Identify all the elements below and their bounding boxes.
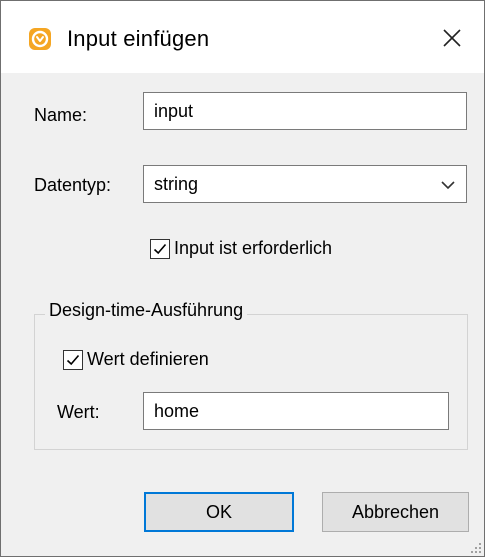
define-value-checkbox-row[interactable]: Wert definieren [63, 349, 209, 370]
cancel-button[interactable]: Abbrechen [322, 492, 469, 532]
datatype-select[interactable]: string [143, 165, 467, 203]
design-time-group-title: Design-time-Ausführung [45, 300, 248, 321]
value-label: Wert: [57, 402, 100, 422]
ok-button[interactable]: OK [144, 492, 294, 532]
value-input[interactable] [143, 392, 449, 430]
required-checkbox-row[interactable]: Input ist erforderlich [150, 238, 332, 259]
datatype-label: Datentyp: [34, 175, 112, 195]
name-input[interactable] [143, 92, 467, 130]
checkmark-icon [66, 354, 80, 365]
window-title: Input einfügen [67, 26, 210, 51]
required-checkbox[interactable] [150, 238, 170, 259]
app-icon [28, 27, 52, 51]
resize-grip-icon[interactable] [468, 540, 482, 554]
define-value-checkbox[interactable] [63, 349, 83, 370]
title-bar[interactable]: Input einfügen [1, 1, 484, 73]
name-label: Name: [34, 105, 88, 125]
checkmark-icon [153, 243, 167, 254]
datatype-value: string [154, 174, 199, 194]
required-checkbox-label: Input ist erforderlich [174, 238, 333, 258]
define-value-checkbox-label: Wert definieren [87, 349, 209, 369]
close-icon[interactable] [432, 18, 472, 58]
chevron-down-icon [440, 178, 456, 190]
input-dialog: Input einfügen Name: Datentyp: string In… [0, 0, 485, 557]
